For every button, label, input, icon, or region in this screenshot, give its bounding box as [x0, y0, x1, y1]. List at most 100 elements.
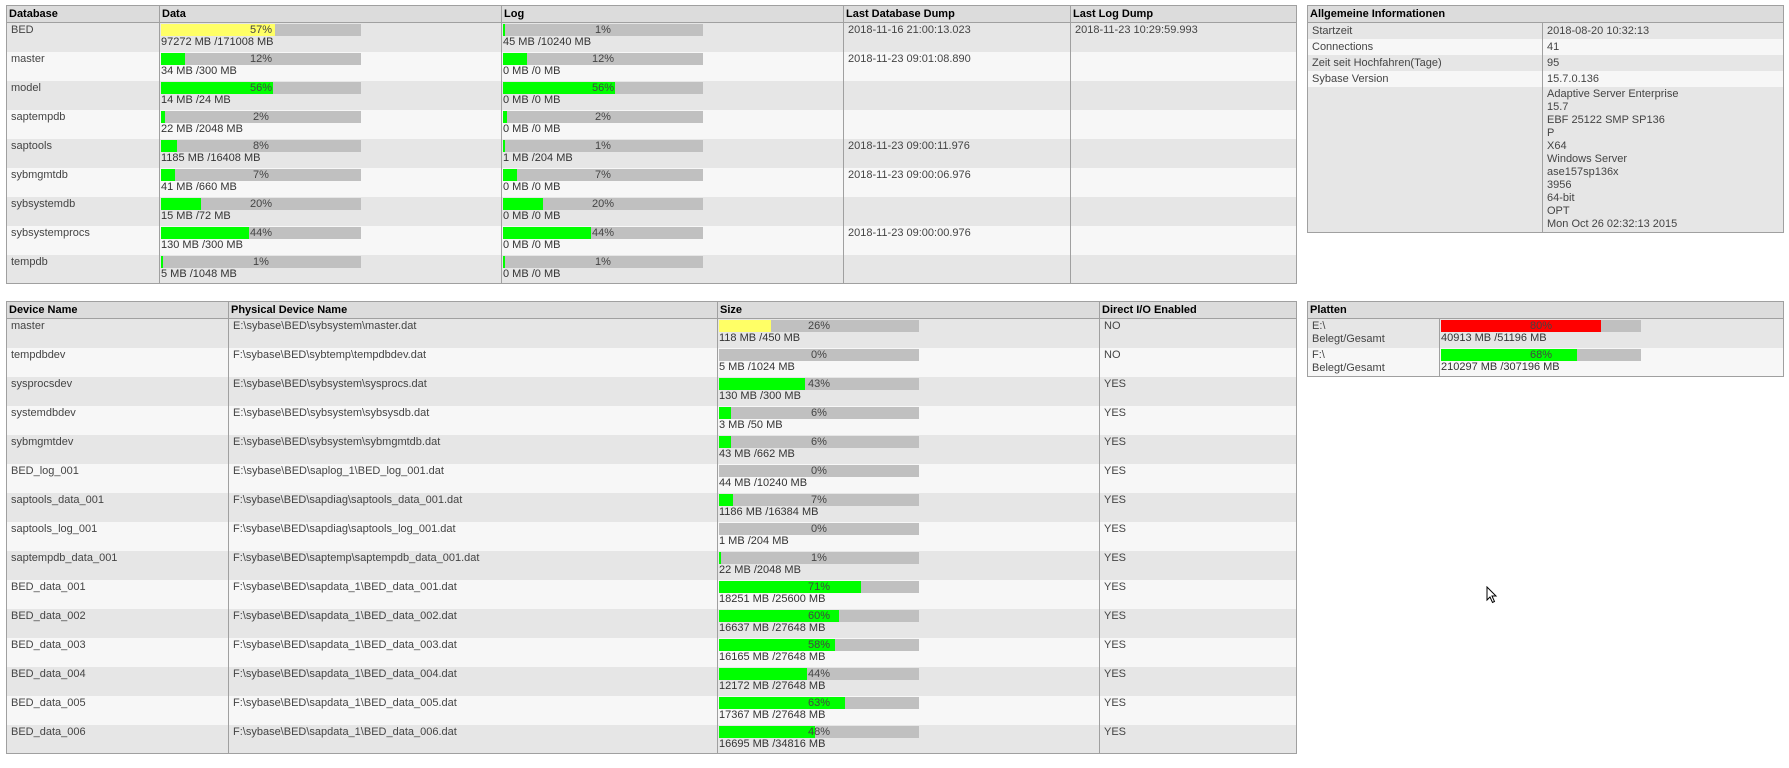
data-usage-cell: 44% 130 MB /300 MB: [159, 225, 502, 255]
usage-bar: 1%: [161, 255, 361, 268]
database-name: BED: [6, 22, 160, 52]
usage-bar: 26%: [719, 320, 919, 332]
disks-header: Platten: [1307, 301, 1784, 319]
device-name: saptempdb_data_001: [6, 550, 229, 580]
size-cell: 44% 12172 MB /27648 MB: [717, 666, 1100, 696]
direct-io-enabled: YES: [1099, 579, 1297, 609]
size-text: 16165 MB /27648 MB: [719, 650, 826, 663]
physical-device-name: F:\sybase\BED\saptemp\saptempdb_data_001…: [228, 550, 718, 580]
size-text: 1 MB /204 MB: [719, 534, 789, 547]
usage-bar: 0%: [719, 464, 919, 477]
database-row: BED 57% 97272 MB /171008 MB 1% 45 MB /10240 …: [6, 22, 1297, 52]
usage-percent: 0%: [811, 464, 827, 477]
device-name: BED_data_003: [6, 637, 229, 667]
version-line: OPT: [1547, 205, 1570, 217]
version-line: X64: [1547, 140, 1567, 152]
database-row: sybmgmtdb 7% 41 MB /660 MB 7% 0 MB /0 MB 2018…: [6, 167, 1297, 197]
disk-sublabel: Belegt/Gesamt: [1312, 333, 1385, 345]
device-row: sybmgmtdev E:\sybase\BED\sybsystem\sybmgm…: [6, 434, 1297, 464]
version-line: EBF 25122 SMP SP136: [1547, 114, 1665, 126]
data-usage-cell: 8% 1185 MB /16408 MB: [159, 138, 502, 168]
device-name: master: [6, 318, 229, 348]
database-row: tempdb 1% 5 MB /1048 MB 1% 0 MB /0 MB: [6, 254, 1297, 284]
last-log-dump: [1070, 80, 1297, 110]
log-usage-text: 0 MB /0 MB: [503, 209, 561, 222]
log-usage-text: 1 MB /204 MB: [503, 151, 573, 164]
usage-bar: 63%: [719, 696, 919, 709]
device-row: BED_data_001 F:\sybase\BED\sapdata_1\BED_…: [6, 579, 1297, 609]
log-usage-text: 0 MB /0 MB: [503, 93, 561, 106]
data-usage-cell: 57% 97272 MB /171008 MB: [159, 22, 502, 52]
physical-device-name: F:\sybase\BED\sapdata_1\BED_data_001.dat: [228, 579, 718, 609]
data-usage-cell: 1% 5 MB /1048 MB: [159, 254, 502, 284]
direct-io-enabled: NO: [1099, 347, 1297, 377]
data-usage-text: 15 MB /72 MB: [161, 209, 231, 222]
database-row: saptempdb 2% 22 MB /2048 MB 2% 0 MB /0 MB: [6, 109, 1297, 139]
direct-io-enabled: YES: [1099, 376, 1297, 406]
usage-percent: 44%: [591, 226, 615, 239]
mouse-cursor-icon: [1486, 586, 1498, 604]
direct-io-enabled: YES: [1099, 521, 1297, 551]
col-database: Database: [6, 5, 160, 23]
log-usage-text: 0 MB /0 MB: [503, 267, 561, 280]
disk-label-cell: E:\ Belegt/Gesamt: [1307, 318, 1440, 348]
disk-usage-text: 40913 MB /51196 MB: [1441, 332, 1547, 344]
last-database-dump: [843, 196, 1071, 226]
disks-table: Platten E:\ Belegt/Gesamt 80% 40913 MB /511…: [1307, 301, 1784, 377]
usage-bar: 7%: [161, 168, 361, 181]
data-usage-text: 22 MB /2048 MB: [161, 122, 243, 135]
physical-device-name: F:\sybase\BED\sapdata_1\BED_data_005.dat: [228, 695, 718, 725]
usage-percent: 80%: [1529, 320, 1553, 332]
device-row: sysprocsdev E:\sybase\BED\sybsystem\syspr…: [6, 376, 1297, 406]
physical-device-name: F:\sybase\BED\sapdata_1\BED_data_004.dat: [228, 666, 718, 696]
direct-io-enabled: YES: [1099, 724, 1297, 754]
device-name: tempdbdev: [6, 347, 229, 377]
log-usage-text: 0 MB /0 MB: [503, 238, 561, 251]
version-line: Adaptive Server Enterprise: [1547, 88, 1679, 100]
col-last-log-dump: Last Log Dump: [1070, 5, 1297, 23]
log-usage-cell: 12% 0 MB /0 MB: [501, 51, 844, 81]
physical-device-name: E:\sybase\BED\sybsystem\sybmgmtdb.dat: [228, 434, 718, 464]
size-cell: 1% 22 MB /2048 MB: [717, 550, 1100, 580]
log-usage-cell: 7% 0 MB /0 MB: [501, 167, 844, 197]
direct-io-enabled: YES: [1099, 463, 1297, 493]
usage-bar: 6%: [719, 406, 919, 419]
data-usage-cell: 12% 34 MB /300 MB: [159, 51, 502, 81]
device-row: BED_data_004 F:\sybase\BED\sapdata_1\BED_…: [6, 666, 1297, 696]
direct-io-enabled: YES: [1099, 550, 1297, 580]
usage-percent: 12%: [591, 52, 615, 65]
usage-bar: 43%: [719, 377, 919, 390]
device-row: tempdbdev F:\sybase\BED\sybtemp\tempdbdev…: [6, 347, 1297, 377]
info-header: Allgemeine Informationen: [1307, 5, 1784, 23]
size-text: 16637 MB /27648 MB: [719, 621, 826, 634]
info-label: Zeit seit Hochfahren(Tage): [1307, 55, 1543, 71]
last-log-dump: [1070, 109, 1297, 139]
usage-bar: 48%: [719, 725, 919, 738]
info-label: Startzeit: [1307, 22, 1543, 39]
info-label: Connections: [1307, 39, 1543, 55]
physical-device-name: E:\sybase\BED\sybsystem\sysprocs.dat: [228, 376, 718, 406]
physical-device-name: F:\sybase\BED\sybtemp\tempdbdev.dat: [228, 347, 718, 377]
data-usage-text: 130 MB /300 MB: [161, 238, 243, 251]
device-row: saptools_data_001 F:\sybase\BED\sapdiag\s…: [6, 492, 1297, 522]
drive-letter: F:\: [1312, 348, 1325, 361]
device-name: sysprocsdev: [6, 376, 229, 406]
size-text: 43 MB /662 MB: [719, 447, 795, 460]
device-name: systemdbdev: [6, 405, 229, 435]
log-usage-cell: 1% 45 MB /10240 MB: [501, 22, 844, 52]
col-physical-device-name: Physical Device Name: [228, 301, 718, 319]
usage-bar: 0%: [719, 348, 919, 361]
usage-percent: 26%: [807, 320, 831, 332]
usage-percent: 58%: [807, 638, 831, 651]
col-data: Data: [159, 5, 502, 23]
usage-bar: 68%: [1441, 348, 1641, 361]
physical-device-name: F:\sybase\BED\sapdata_1\BED_data_006.dat: [228, 724, 718, 754]
data-usage-cell: 56% 14 MB /24 MB: [159, 80, 502, 110]
usage-bar: 1%: [503, 139, 703, 152]
usage-percent: 2%: [595, 110, 611, 123]
direct-io-enabled: YES: [1099, 608, 1297, 638]
last-database-dump: [843, 80, 1071, 110]
usage-percent: 0%: [811, 348, 827, 361]
last-database-dump: 2018-11-23 09:01:08.890: [843, 51, 1071, 81]
database-table: Database Data Log Last Database Dump Las…: [6, 5, 1297, 284]
